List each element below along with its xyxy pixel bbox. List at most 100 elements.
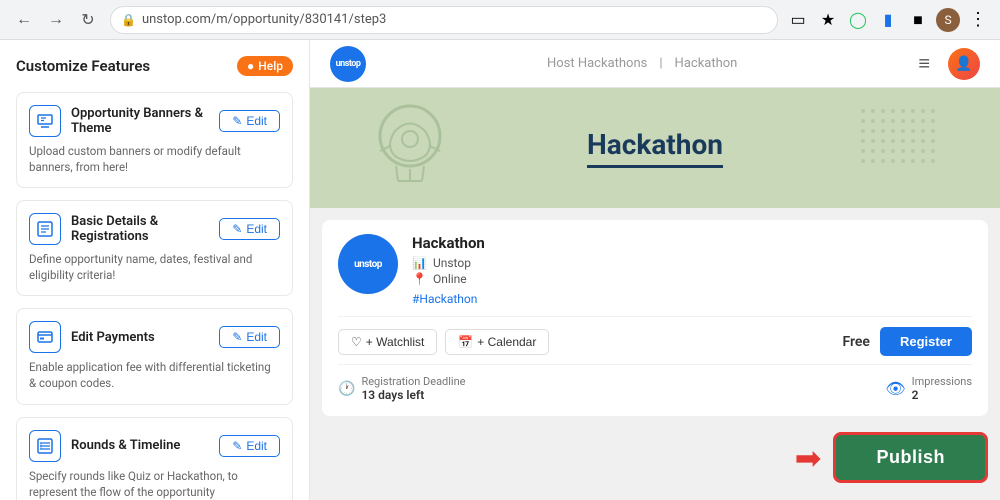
forward-button[interactable]: → bbox=[42, 6, 70, 34]
card-title: Hackathon bbox=[412, 234, 972, 252]
org-name: Unstop bbox=[433, 256, 471, 270]
impressions-stat: 👁 Impressions 2 bbox=[885, 375, 972, 402]
rounds-title: Rounds & Timeline bbox=[71, 438, 180, 453]
refresh-button[interactable]: ↻ bbox=[74, 6, 102, 34]
right-actions: Free Register bbox=[842, 327, 972, 356]
basic-description: Define opportunity name, dates, festival… bbox=[29, 251, 280, 283]
hackathon-link[interactable]: Hackathon bbox=[671, 56, 742, 71]
payments-title: Edit Payments bbox=[71, 330, 155, 345]
payments-edit-button[interactable]: ✎ Edit bbox=[219, 326, 280, 348]
browser-nav-buttons: ← → ↻ bbox=[10, 6, 102, 34]
menu-icon[interactable]: ⋮ bbox=[966, 8, 990, 32]
banner-title: Hackathon bbox=[587, 128, 723, 168]
card-header: unstop Hackathon 📊 Unstop 📍 bbox=[338, 234, 972, 306]
arrow-right-icon: ➡ bbox=[795, 439, 822, 477]
action-buttons: ♡ + Watchlist 📅 + Calendar bbox=[338, 329, 549, 355]
calendar-label: + Calendar bbox=[477, 335, 536, 349]
card-footer: 🕐 Registration Deadline 13 days left 👁 I… bbox=[338, 364, 972, 402]
rounds-edit-button[interactable]: ✎ Edit bbox=[219, 435, 280, 457]
cast-icon[interactable]: ▭ bbox=[786, 8, 810, 32]
payments-icon bbox=[29, 321, 61, 353]
user-avatar[interactable]: 👤 bbox=[948, 48, 980, 80]
payments-description: Enable application fee with differential… bbox=[29, 359, 280, 391]
watchlist-button[interactable]: ♡ + Watchlist bbox=[338, 329, 437, 355]
sidebar-item-banners-title-row: Opportunity Banners & Theme bbox=[29, 105, 219, 137]
org-meta: 📊 Unstop bbox=[412, 256, 972, 270]
content-area: Hackathon uns bbox=[310, 88, 1000, 500]
card-actions: ♡ + Watchlist 📅 + Calendar Free Register bbox=[338, 316, 972, 364]
unstop-logo[interactable]: unstop bbox=[330, 46, 366, 82]
location-icon: 📍 bbox=[412, 272, 427, 286]
content-inner: Hackathon uns bbox=[310, 88, 1000, 483]
edit-pencil-icon-3: ✎ bbox=[232, 330, 242, 344]
sidebar-item-rounds-title-row: Rounds & Timeline bbox=[29, 430, 180, 462]
publish-button[interactable]: Publish bbox=[833, 432, 988, 483]
heart-icon: ♡ bbox=[351, 335, 362, 349]
sidebar-item-payments-header: Edit Payments ✎ Edit bbox=[29, 321, 280, 353]
banner-dots bbox=[860, 108, 940, 172]
logo-text: unstop bbox=[336, 59, 361, 69]
sidebar-item-basic-header: Basic Details & Registrations ✎ Edit bbox=[29, 213, 280, 245]
banner-bg-icon bbox=[360, 101, 460, 195]
browser-chrome: ← → ↻ 🔒 unstop.com/m/opportunity/830141/… bbox=[0, 0, 1000, 40]
banners-title: Opportunity Banners & Theme bbox=[71, 106, 219, 136]
top-nav-links: Host Hackathons | Hackathon bbox=[543, 56, 741, 71]
sidebar-item-basic: Basic Details & Registrations ✎ Edit Def… bbox=[16, 200, 293, 296]
reg-deadline-value: 13 days left bbox=[361, 388, 465, 402]
sidebar-item-banners: Opportunity Banners & Theme ✎ ✎ Edit Edi… bbox=[16, 92, 293, 188]
org-logo-text: unstop bbox=[354, 259, 382, 270]
edit-pencil-icon-2: ✎ bbox=[232, 222, 242, 236]
register-button[interactable]: Register bbox=[880, 327, 972, 356]
help-icon: ● bbox=[247, 59, 254, 73]
banners-icon bbox=[29, 105, 61, 137]
impressions-label: Impressions bbox=[912, 375, 972, 388]
basic-title: Basic Details & Registrations bbox=[71, 214, 219, 244]
rounds-icon bbox=[29, 430, 61, 462]
calendar-icon: 📅 bbox=[458, 335, 473, 349]
extension-icon[interactable]: ◯ bbox=[846, 8, 870, 32]
sidebar-item-basic-title-row: Basic Details & Registrations bbox=[29, 213, 219, 245]
banners-edit-button[interactable]: ✎ ✎ Edit Edit bbox=[219, 110, 280, 132]
nav-separator: | bbox=[655, 56, 666, 71]
location-text: Online bbox=[433, 272, 467, 286]
reg-deadline-label: Registration Deadline bbox=[361, 375, 465, 388]
profile-icon[interactable]: ▮ bbox=[876, 8, 900, 32]
edit-pencil-icon: ✎ bbox=[232, 114, 242, 128]
edit-pencil-icon-4: ✎ bbox=[232, 439, 242, 453]
price-label: Free bbox=[842, 334, 870, 350]
url-text: unstop.com/m/opportunity/830141/step3 bbox=[142, 12, 386, 27]
hamburger-menu[interactable]: ≡ bbox=[918, 51, 930, 76]
card-info: Hackathon 📊 Unstop 📍 Online bbox=[412, 234, 972, 306]
watchlist-label: + Watchlist bbox=[366, 335, 425, 349]
help-label: Help bbox=[258, 59, 283, 73]
basic-edit-button[interactable]: ✎ Edit bbox=[219, 218, 280, 240]
user-circle-icon[interactable]: S bbox=[936, 8, 960, 32]
hackathon-tag: #Hackathon bbox=[412, 292, 972, 306]
sidebar-item-rounds-header: Rounds & Timeline ✎ Edit bbox=[29, 430, 280, 462]
org-logo: unstop bbox=[338, 234, 398, 294]
calendar-button[interactable]: 📅 + Calendar bbox=[445, 329, 549, 355]
logo-circle: unstop bbox=[330, 46, 366, 82]
sidebar-item-rounds: Rounds & Timeline ✎ Edit Specify rounds … bbox=[16, 417, 293, 500]
address-bar[interactable]: 🔒 unstop.com/m/opportunity/830141/step3 bbox=[110, 6, 778, 34]
clock-icon: 🕐 bbox=[338, 381, 355, 397]
card-meta: 📊 Unstop 📍 Online bbox=[412, 256, 972, 286]
sidebar-item-banners-header: Opportunity Banners & Theme ✎ ✎ Edit Edi… bbox=[29, 105, 280, 137]
location-meta: 📍 Online bbox=[412, 272, 972, 286]
bookmark-icon[interactable]: ★ bbox=[816, 8, 840, 32]
sidebar-header: Customize Features ● Help bbox=[16, 56, 293, 76]
building-icon: 📊 bbox=[412, 256, 427, 270]
back-button[interactable]: ← bbox=[10, 6, 38, 34]
sidebar: Customize Features ● Help Opportuni bbox=[0, 40, 310, 500]
help-badge[interactable]: ● Help bbox=[237, 56, 293, 76]
host-hackathons-link[interactable]: Host Hackathons bbox=[543, 56, 651, 71]
hackathon-banner: Hackathon bbox=[310, 88, 1000, 208]
main-container: Customize Features ● Help Opportuni bbox=[0, 40, 1000, 500]
extensions-icon[interactable]: ■ bbox=[906, 8, 930, 32]
publish-area: ➡ Publish bbox=[310, 428, 1000, 483]
hackathon-card: unstop Hackathon 📊 Unstop 📍 bbox=[322, 220, 988, 416]
eye-icon: 👁 bbox=[885, 379, 905, 398]
top-nav: unstop Host Hackathons | Hackathon ≡ 👤 bbox=[310, 40, 1000, 88]
sidebar-item-payments-title-row: Edit Payments bbox=[29, 321, 155, 353]
rounds-description: Specify rounds like Quiz or Hackathon, t… bbox=[29, 468, 280, 500]
